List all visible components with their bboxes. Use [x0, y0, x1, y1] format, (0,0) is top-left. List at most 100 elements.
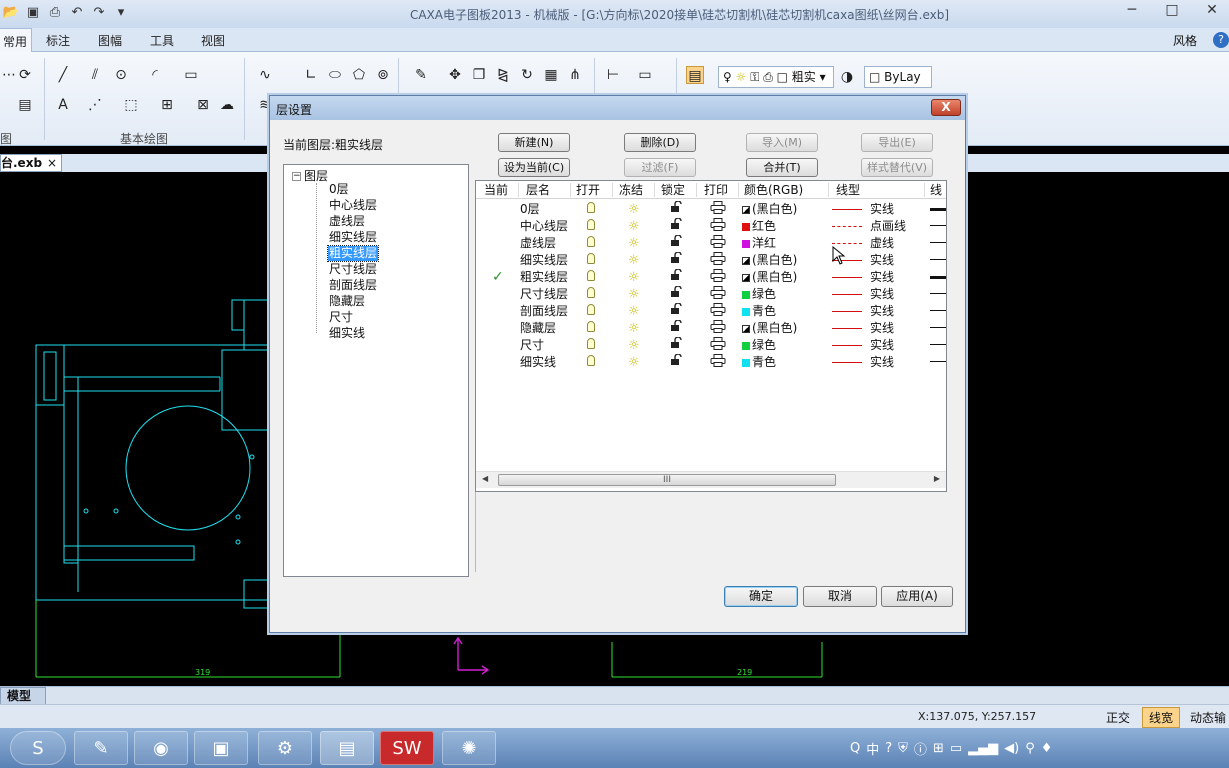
printer-icon[interactable]	[710, 218, 726, 236]
signal-icon[interactable]: ▂▄▆	[968, 741, 998, 756]
brush-icon[interactable]: ✎	[412, 66, 430, 84]
dimension-icon[interactable]: ⊢	[604, 66, 622, 84]
mirror-icon[interactable]: ⧎	[494, 66, 512, 84]
tree-item[interactable]: 细实线层	[328, 230, 378, 245]
lineweight-sample[interactable]	[930, 310, 946, 311]
bulb-icon[interactable]	[587, 320, 595, 337]
linetype-label[interactable]: 点画线	[870, 218, 906, 235]
col-lock[interactable]: 锁定	[661, 182, 685, 198]
sun-icon[interactable]: ☼	[628, 337, 640, 354]
scroll-right-icon[interactable]: ▶	[934, 474, 940, 483]
lock-icon[interactable]	[670, 285, 682, 303]
col-freeze[interactable]: 冻结	[619, 182, 643, 198]
customize-icon[interactable]: ▾	[112, 4, 130, 22]
circle-icon[interactable]: ⊙	[112, 66, 130, 84]
apply-button[interactable]: 应用(A)	[881, 586, 953, 607]
export-button[interactable]: 导出(E)	[861, 133, 933, 152]
sun-icon[interactable]: ☼	[628, 201, 640, 218]
lineweight-sample[interactable]	[930, 225, 946, 226]
angle-icon[interactable]: ∟	[302, 66, 320, 84]
col-color[interactable]: 颜色(RGB)	[744, 182, 803, 198]
cancel-button[interactable]: 取消	[803, 586, 877, 607]
sun-icon[interactable]: ☼	[628, 320, 640, 337]
sun-icon[interactable]: ☼	[628, 354, 640, 371]
cloud-icon[interactable]: ☁	[218, 96, 236, 114]
dialog-title-bar[interactable]: 层设置 X	[270, 96, 965, 120]
lock-icon[interactable]	[670, 302, 682, 320]
style-menu[interactable]: 风格	[1173, 32, 1197, 49]
taskbar-app-machine-icon[interactable]: ⚙	[258, 731, 312, 765]
bulb-icon[interactable]	[587, 252, 595, 269]
arc-icon[interactable]: ◜	[146, 66, 164, 84]
tree-item[interactable]: 细实线	[328, 326, 366, 341]
array-icon[interactable]: ▦	[542, 66, 560, 84]
tree-item[interactable]: 尺寸线层	[328, 262, 378, 277]
taskbar-app-solidworks-icon[interactable]: SW	[380, 731, 434, 765]
lock-icon[interactable]	[670, 251, 682, 269]
lineweight-sample[interactable]	[930, 361, 946, 362]
text-icon[interactable]: A	[54, 96, 72, 114]
scroll-left-icon[interactable]: ◀	[482, 474, 488, 483]
parallel-line-icon[interactable]: ⫽	[86, 66, 104, 84]
tree-item[interactable]: 隐藏层	[328, 294, 366, 309]
lock-icon[interactable]	[670, 336, 682, 354]
printer-icon[interactable]	[710, 320, 726, 338]
linetype-label[interactable]: 实线	[870, 337, 894, 354]
col-current[interactable]: 当前	[484, 182, 508, 198]
table-row[interactable]: 剖面线层 ☼ 青色 实线	[476, 302, 946, 320]
tree-root[interactable]: − 图层	[292, 167, 328, 184]
lineweight-sample[interactable]	[930, 344, 946, 345]
lineweight-sample[interactable]	[930, 208, 946, 211]
filter-button[interactable]: 过滤(F)	[624, 158, 696, 177]
app-tray-icon[interactable]: ♦	[1041, 741, 1053, 756]
tab-common[interactable]: 常用	[0, 28, 33, 52]
sun-icon[interactable]: ☼	[628, 218, 640, 235]
bulb-icon[interactable]	[587, 354, 595, 371]
tree-item[interactable]: 虚线层	[328, 214, 366, 229]
delete-layer-button[interactable]: 删除(D)	[624, 133, 696, 152]
col-lineweight[interactable]: 线	[930, 182, 942, 198]
taskbar-app-pen-icon[interactable]: ✎	[74, 731, 128, 765]
stretch-icon[interactable]: ⋔	[566, 66, 584, 84]
linetype-label[interactable]: 实线	[870, 286, 894, 303]
linetype-label[interactable]: 实线	[870, 269, 894, 286]
table-row[interactable]: 隐藏层 ☼ (黑白色) 实线	[476, 319, 946, 338]
table-row[interactable]: 中心线层 ☼ 红色 点画线	[476, 217, 946, 236]
sun-icon[interactable]: ☼	[628, 252, 640, 269]
print-icon[interactable]: ⎙	[46, 4, 64, 22]
linetype-label[interactable]: 虚线	[870, 235, 894, 252]
redo-icon[interactable]: ↷	[90, 4, 108, 22]
tolerance-icon[interactable]: ▭	[636, 66, 654, 84]
close-icon[interactable]: ×	[47, 155, 57, 171]
color-cell[interactable]: (黑白色)	[742, 269, 797, 286]
display-icon[interactable]: ▭	[950, 741, 962, 756]
lineweight-sample[interactable]	[930, 293, 946, 294]
volume-icon[interactable]: ◀)	[1004, 741, 1019, 756]
lock-icon[interactable]	[670, 319, 682, 337]
input-method-icon[interactable]: Q	[850, 741, 860, 756]
bulb-icon[interactable]	[587, 201, 595, 218]
taskbar-app-caxa-icon[interactable]: ✺	[442, 731, 496, 765]
color-cell[interactable]: (黑白色)	[742, 201, 797, 218]
bulb-icon[interactable]	[587, 286, 595, 303]
col-print[interactable]: 打印	[704, 182, 728, 198]
info-icon[interactable]: ⓘ	[914, 739, 927, 758]
color-cell[interactable]: 青色	[742, 354, 776, 371]
col-name[interactable]: 层名	[526, 182, 550, 198]
printer-icon[interactable]	[710, 201, 726, 219]
bulb-icon[interactable]	[587, 303, 595, 320]
printer-icon[interactable]	[710, 269, 726, 287]
sun-icon[interactable]: ☼	[628, 303, 640, 320]
tab-sheet[interactable]: 图幅	[98, 32, 122, 49]
color-cell[interactable]: 红色	[742, 218, 776, 235]
move-icon[interactable]: ✥	[446, 66, 464, 84]
language-icon[interactable]: 中	[866, 739, 879, 758]
model-tab[interactable]: 模型	[0, 687, 46, 705]
taskbar-app-folder-icon[interactable]: ▤	[320, 731, 374, 765]
tab-view[interactable]: 视图	[201, 32, 225, 49]
bulb-icon[interactable]	[587, 235, 595, 252]
tab-tools[interactable]: 工具	[150, 32, 174, 49]
horizontal-scrollbar[interactable]: ◀ III ▶	[476, 471, 946, 488]
tree-item[interactable]: 中心线层	[328, 198, 378, 213]
minimize-icon[interactable]: ─	[1119, 2, 1145, 22]
